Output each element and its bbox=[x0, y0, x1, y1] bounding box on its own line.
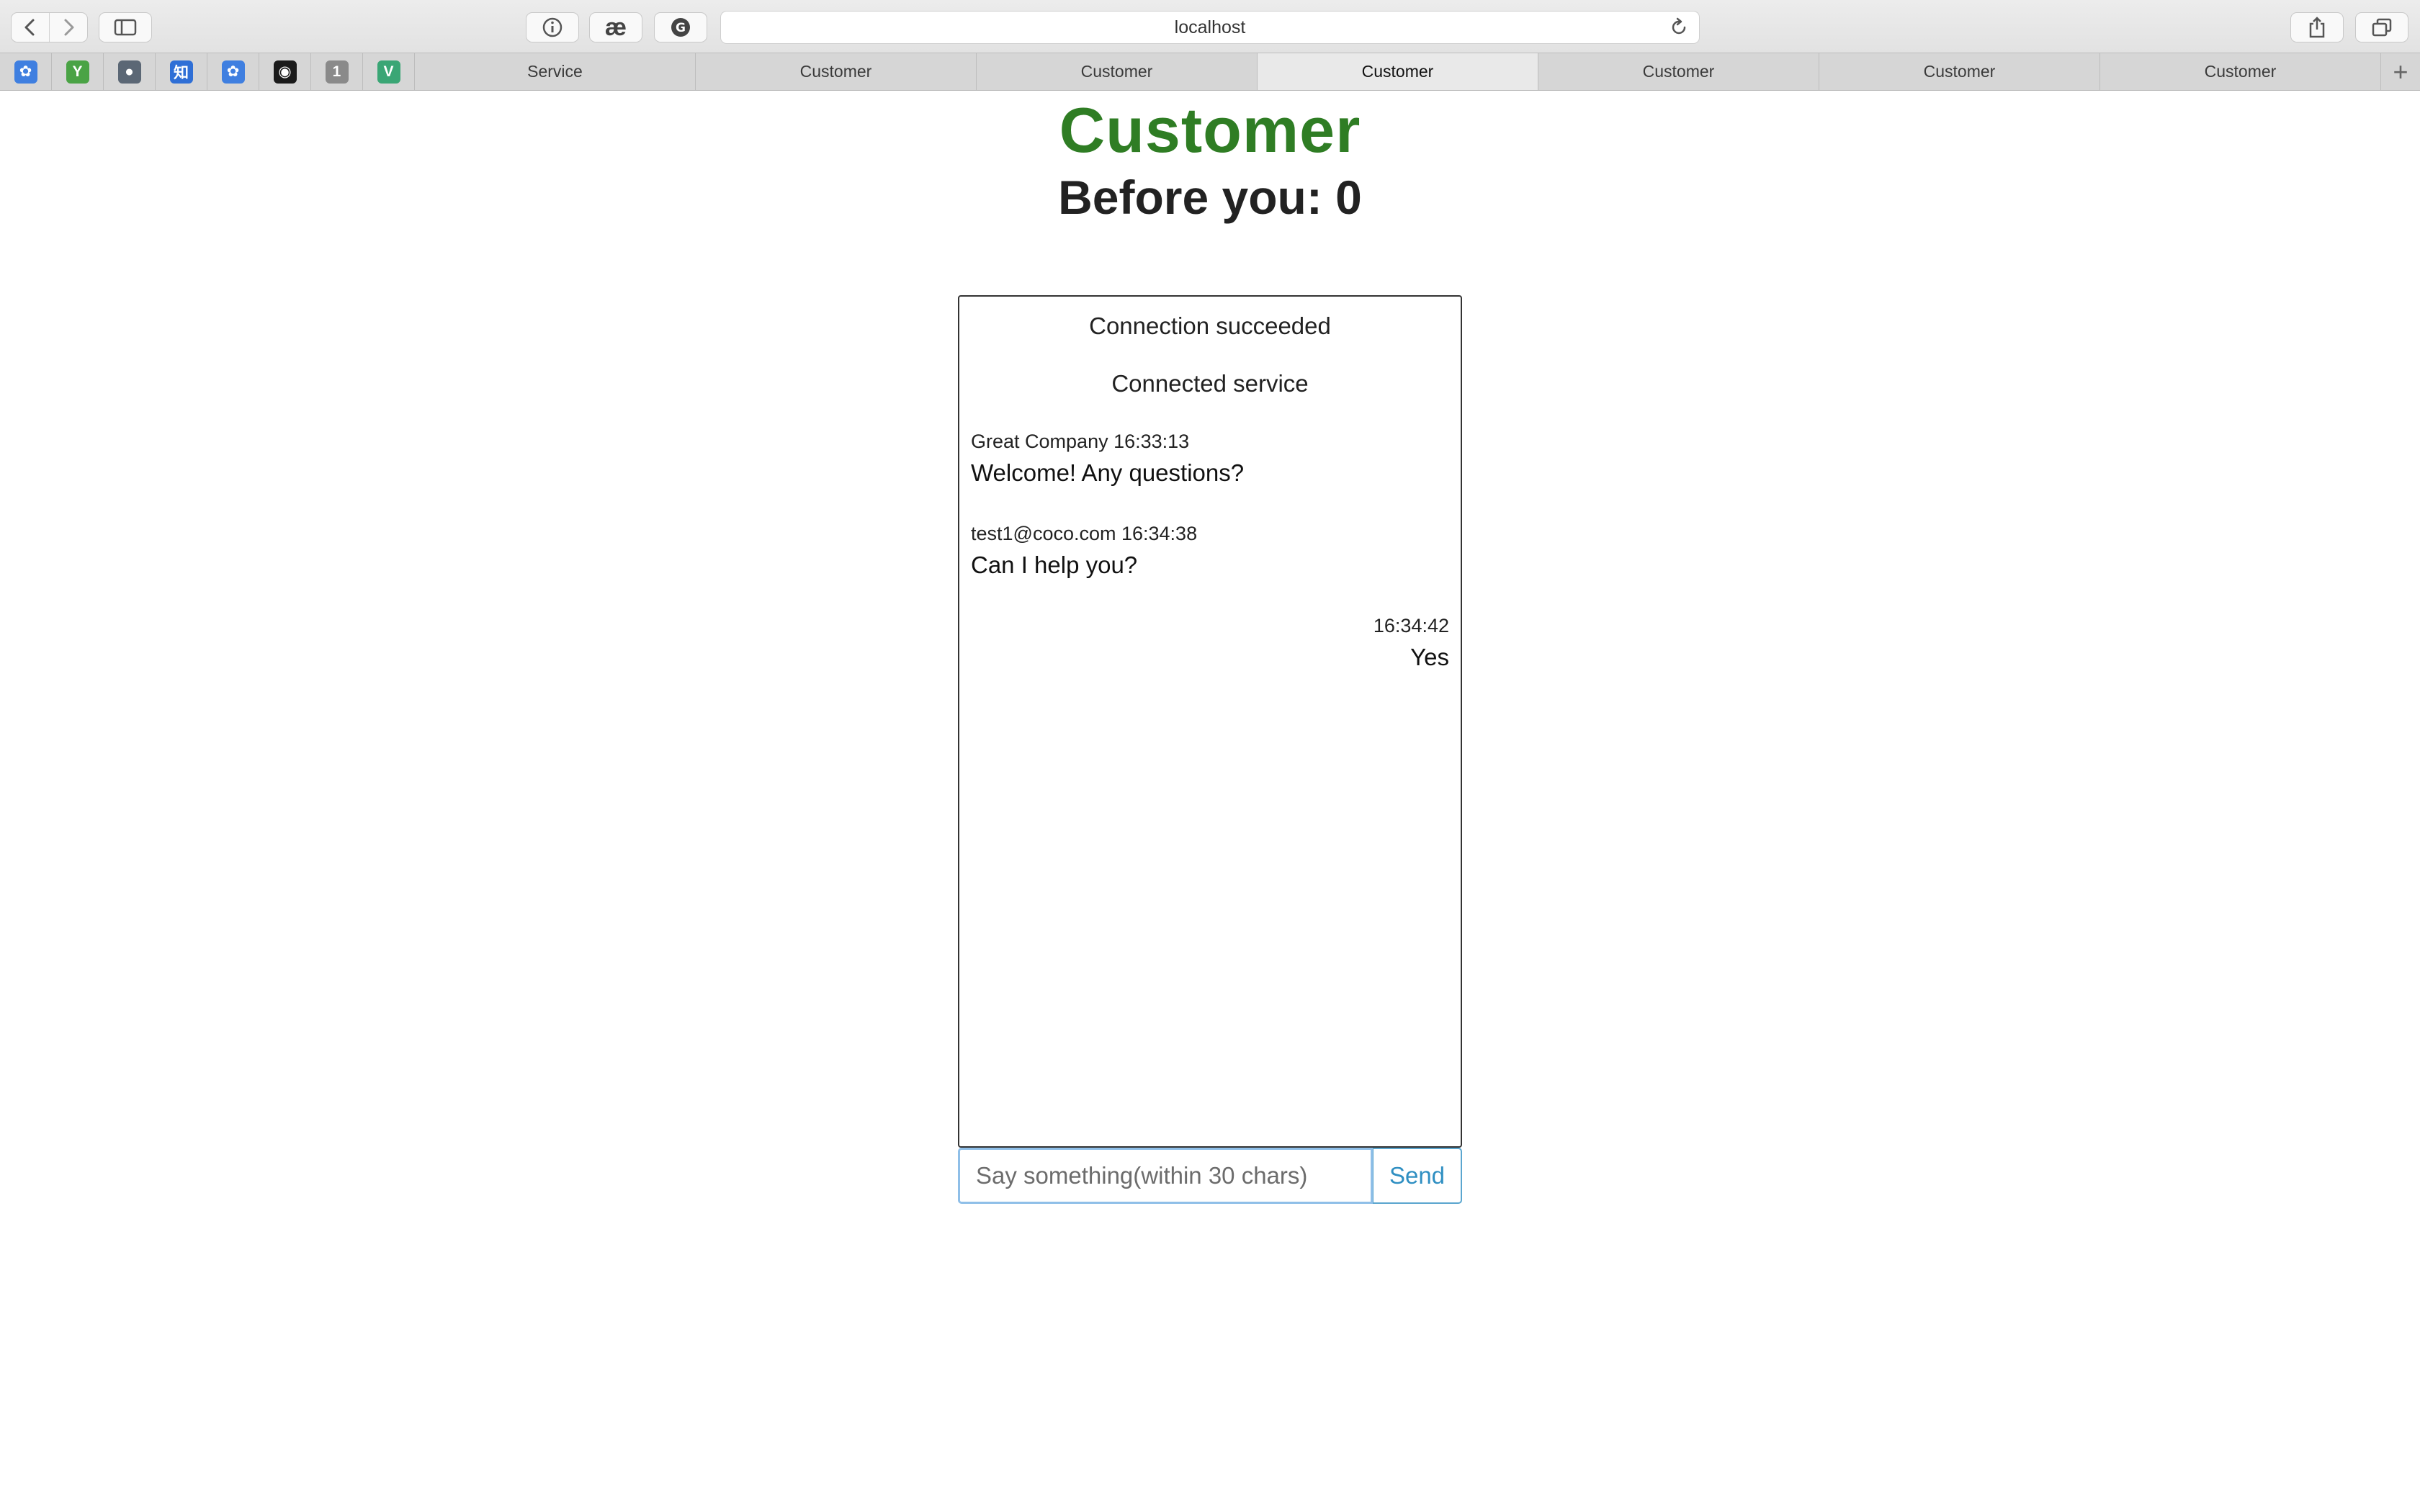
sidebar-icon bbox=[114, 19, 137, 36]
send-button[interactable]: Send bbox=[1373, 1148, 1462, 1204]
pinned-tab[interactable]: V bbox=[363, 53, 415, 90]
info-button[interactable] bbox=[526, 12, 579, 42]
pinned-tab[interactable]: Y bbox=[52, 53, 104, 90]
tab-customer[interactable]: Customer bbox=[1538, 53, 1819, 90]
github-icon: ◉ bbox=[273, 60, 297, 84]
page-title: Customer bbox=[1059, 94, 1361, 166]
pinned-tab[interactable]: ✿ bbox=[0, 53, 52, 90]
tab-service[interactable]: Service bbox=[415, 53, 696, 90]
chevron-left-icon bbox=[24, 19, 35, 36]
tab-customer[interactable]: Customer bbox=[1819, 53, 2100, 90]
page-content: Customer Before you: 0 Connection succee… bbox=[0, 91, 2420, 1512]
extension-grammarly-button[interactable]: G bbox=[654, 12, 707, 42]
globe-app-icon: ● bbox=[117, 60, 141, 84]
pinned-tab[interactable]: 1 bbox=[311, 53, 363, 90]
plus-icon: + bbox=[2393, 56, 2408, 86]
extension-ae-button[interactable]: æ bbox=[589, 12, 642, 42]
info-icon bbox=[542, 17, 563, 37]
tab-customer[interactable]: Customer bbox=[2100, 53, 2381, 90]
new-tab-button[interactable]: + bbox=[2381, 53, 2420, 90]
zhihu-icon: 知 bbox=[169, 60, 193, 84]
baidu-paw-icon: ✿ bbox=[14, 60, 37, 84]
pinned-tab[interactable]: 知 bbox=[156, 53, 207, 90]
pinned-tab[interactable]: ● bbox=[104, 53, 156, 90]
browser-toolbar: æ G localhost bbox=[0, 0, 2420, 53]
message-input[interactable] bbox=[958, 1148, 1373, 1204]
pinned-tab[interactable]: ◉ bbox=[259, 53, 311, 90]
share-icon bbox=[2309, 17, 2325, 38]
message-meta: test1@coco.com 16:34:38 bbox=[971, 523, 1198, 544]
system-notice: Connection succeeded bbox=[1089, 312, 1331, 339]
share-button[interactable] bbox=[2290, 12, 2344, 42]
tab-customer[interactable]: Customer bbox=[1258, 53, 1538, 90]
baidu-paw-icon: ✿ bbox=[221, 60, 245, 84]
back-forward-group bbox=[11, 12, 88, 42]
system-notice: Connected service bbox=[1111, 370, 1309, 397]
tab-customer[interactable]: Customer bbox=[977, 53, 1258, 90]
message-text: Can I help you? bbox=[971, 552, 1138, 578]
chevron-right-icon bbox=[64, 19, 74, 36]
back-button[interactable] bbox=[12, 13, 49, 42]
address-bar[interactable]: localhost bbox=[720, 11, 1700, 44]
grammarly-icon: G bbox=[671, 18, 690, 37]
message-text: Welcome! Any questions? bbox=[971, 459, 1245, 486]
vue-icon: V bbox=[377, 60, 400, 84]
svg-text:G: G bbox=[676, 21, 686, 35]
forward-button[interactable] bbox=[50, 13, 87, 42]
pinned-tabs: ✿ Y ● 知 ✿ ◉ 1 V bbox=[0, 53, 415, 90]
queue-status: Before you: 0 bbox=[1058, 171, 1362, 224]
tab-customer[interactable]: Customer bbox=[696, 53, 977, 90]
tab-overview-button[interactable] bbox=[2355, 12, 2408, 42]
tabs: Service Customer Customer Customer Customer C… bbox=[415, 53, 2381, 90]
ae-ligature-icon: æ bbox=[604, 13, 627, 41]
chat-window[interactable]: Connection succeeded Connected service G… bbox=[958, 295, 1462, 1148]
reload-icon[interactable] bbox=[1669, 17, 1689, 37]
green-app-icon: Y bbox=[66, 60, 89, 84]
tab-bar: ✿ Y ● 知 ✿ ◉ 1 V Service Customer Customer Customer… bbox=[0, 53, 2420, 91]
composer: Send bbox=[958, 1148, 1462, 1204]
onepassword-icon: 1 bbox=[325, 60, 349, 84]
message-meta: Great Company 16:33:13 bbox=[971, 431, 1190, 452]
sidebar-button[interactable] bbox=[99, 12, 152, 42]
tab-overview-icon bbox=[2372, 18, 2392, 37]
pinned-tab[interactable]: ✿ bbox=[207, 53, 259, 90]
message-meta: 16:34:42 bbox=[1373, 615, 1449, 636]
message-text: Yes bbox=[1410, 644, 1449, 670]
url-text: localhost bbox=[1174, 17, 1246, 37]
